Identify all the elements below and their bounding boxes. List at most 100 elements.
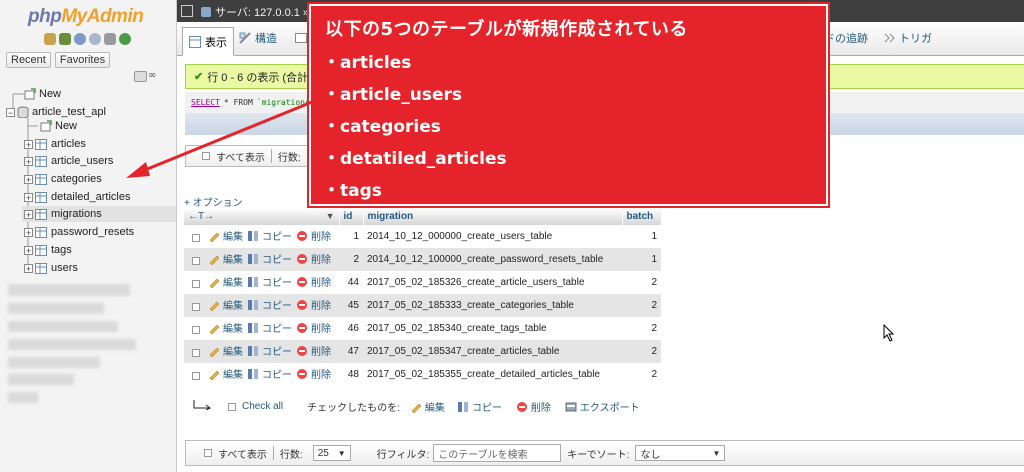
tree-item-migrations[interactable]: + migrations <box>22 206 176 222</box>
row-checkbox[interactable] <box>192 371 200 380</box>
check-all-label[interactable]: Check all <box>242 401 283 412</box>
tree-item-article-users[interactable]: + article_users <box>24 153 113 169</box>
row-checkbox[interactable] <box>192 348 200 357</box>
tree-item-detailed-articles[interactable]: + detailed_articles <box>24 189 131 205</box>
expand-icon[interactable]: + <box>24 245 33 255</box>
cell-migration[interactable]: 2017_05_02_185347_create_articles_table <box>363 340 622 363</box>
cell-migration[interactable]: 2017_05_02_185355_create_detailed_articl… <box>363 363 622 386</box>
cell-migration[interactable]: 2014_10_12_100000_create_password_resets… <box>363 248 622 271</box>
cell-id[interactable]: 44 <box>339 271 363 294</box>
copy-button[interactable]: コピー <box>247 297 292 312</box>
column-arrows[interactable]: ←T→ <box>188 211 214 222</box>
expand-icon[interactable]: + <box>24 192 33 202</box>
bulk-edit-button[interactable]: 編集 <box>410 399 445 414</box>
tree-item-tags[interactable]: + tags <box>24 242 72 258</box>
tree-item-users[interactable]: + users <box>24 260 78 276</box>
tab-browse[interactable]: 表示 <box>182 27 234 56</box>
tree-item-password-resets[interactable]: + password_resets <box>24 224 134 240</box>
copy-button[interactable]: コピー <box>247 228 292 243</box>
cell-migration[interactable]: 2017_05_02_185340_create_tags_table <box>363 317 622 340</box>
sort-select[interactable]: なし ▼ <box>635 445 726 461</box>
table-row[interactable]: 編集 コピー 削除 44 2017_05_02_185326_create_articl… <box>184 271 661 294</box>
edit-button[interactable]: 編集 <box>208 320 243 335</box>
table-row[interactable]: 編集 コピー 削除 46 2017_05_02_185340_create_tags_t… <box>184 317 661 340</box>
cell-id[interactable]: 48 <box>339 363 363 386</box>
cell-id[interactable]: 45 <box>339 294 363 317</box>
bulk-export-button[interactable]: エクスポート <box>565 399 640 414</box>
rows-select[interactable]: 25 ▼ <box>312 445 351 461</box>
expand-icon[interactable]: + <box>24 174 33 184</box>
copy-button[interactable]: コピー <box>247 366 292 381</box>
collapse-icon[interactable]: − <box>6 107 15 117</box>
show-all-checkbox[interactable] <box>202 152 210 160</box>
edit-button[interactable]: 編集 <box>208 251 243 266</box>
cell-migration[interactable]: 2017_05_02_185333_create_categories_tabl… <box>363 294 622 317</box>
table-row[interactable]: 編集 コピー 削除 48 2017_05_02_185355_create_detail… <box>184 363 661 386</box>
delete-button[interactable]: 削除 <box>296 251 331 266</box>
sort-dropdown-icon[interactable]: ▼ <box>326 211 335 221</box>
table-row[interactable]: 編集 コピー 削除 1 2014_10_12_000000_create_users_t… <box>184 225 661 248</box>
delete-button[interactable]: 削除 <box>296 366 331 381</box>
cell-id[interactable]: 47 <box>339 340 363 363</box>
header-batch[interactable]: batch <box>622 208 662 225</box>
cell-batch[interactable]: 2 <box>622 340 661 363</box>
tab-structure[interactable]: 構造 <box>239 27 277 49</box>
rows-label: 行数: <box>277 152 301 164</box>
tree-item-categories[interactable]: + categories <box>24 171 102 187</box>
edit-button[interactable]: 編集 <box>208 343 243 358</box>
cell-batch[interactable]: 1 <box>622 225 661 248</box>
copy-button[interactable]: コピー <box>247 320 292 335</box>
delete-button[interactable]: 削除 <box>296 228 331 243</box>
cell-batch[interactable]: 2 <box>622 363 661 386</box>
row-checkbox[interactable] <box>192 302 200 311</box>
table-row[interactable]: 編集 コピー 削除 2 2014_10_12_100000_create_passwor… <box>184 248 661 271</box>
options-link[interactable]: + オプション <box>184 194 243 209</box>
expand-icon[interactable]: + <box>24 263 33 273</box>
row-checkbox[interactable] <box>192 279 200 288</box>
tree-item-new-db[interactable]: New <box>24 86 61 102</box>
cell-batch[interactable]: 1 <box>622 248 661 271</box>
header-migration[interactable]: migration <box>363 208 623 225</box>
row-checkbox[interactable] <box>192 325 200 334</box>
copy-button[interactable]: コピー <box>247 274 292 289</box>
delete-button[interactable]: 削除 <box>296 320 331 335</box>
show-all-checkbox[interactable] <box>204 449 212 457</box>
table-row[interactable]: 編集 コピー 削除 45 2017_05_02_185333_create_catego… <box>184 294 661 317</box>
check-all-checkbox[interactable] <box>228 402 236 411</box>
cell-migration[interactable]: 2017_05_02_185326_create_article_users_t… <box>363 271 622 294</box>
cell-id[interactable]: 1 <box>339 225 363 248</box>
tree-item-articles[interactable]: + articles <box>24 136 86 152</box>
delete-button[interactable]: 削除 <box>296 343 331 358</box>
expand-icon[interactable]: + <box>24 227 33 237</box>
expand-icon[interactable]: + <box>24 209 33 219</box>
tab-triggers[interactable]: トリガ <box>883 27 932 49</box>
tab-sql[interactable] <box>295 27 307 49</box>
edit-button[interactable]: 編集 <box>208 274 243 289</box>
cell-id[interactable]: 46 <box>339 317 363 340</box>
edit-button[interactable]: 編集 <box>208 228 243 243</box>
cell-id[interactable]: 2 <box>339 248 363 271</box>
collapse-nav-icon[interactable] <box>181 5 193 17</box>
bulk-delete-button[interactable]: 削除 <box>516 399 551 414</box>
copy-button[interactable]: コピー <box>247 343 292 358</box>
sql-keyword[interactable]: SELECT <box>191 98 220 107</box>
row-checkbox[interactable] <box>192 233 200 242</box>
bulk-copy-button[interactable]: コピー <box>457 399 502 414</box>
filter-input[interactable]: このテーブルを検索 <box>433 444 562 462</box>
expand-icon[interactable]: + <box>24 139 33 149</box>
cell-batch[interactable]: 2 <box>622 294 661 317</box>
edit-button[interactable]: 編集 <box>208 366 243 381</box>
delete-button[interactable]: 削除 <box>296 274 331 289</box>
edit-button[interactable]: 編集 <box>208 297 243 312</box>
cell-migration[interactable]: 2014_10_12_000000_create_users_table <box>363 225 622 248</box>
delete-button[interactable]: 削除 <box>296 297 331 312</box>
copy-button[interactable]: コピー <box>247 251 292 266</box>
expand-icon[interactable]: + <box>24 156 33 166</box>
row-checkbox[interactable] <box>192 256 200 265</box>
cell-batch[interactable]: 2 <box>622 271 661 294</box>
table-row[interactable]: 編集 コピー 削除 47 2017_05_02_185347_create_articl… <box>184 340 661 363</box>
header-id[interactable]: id <box>339 208 364 225</box>
tree-item-new-table[interactable]: New <box>40 118 77 134</box>
breadcrumb-server[interactable]: サーバ: 127.0.0.1 » <box>215 4 309 20</box>
cell-batch[interactable]: 2 <box>622 317 661 340</box>
